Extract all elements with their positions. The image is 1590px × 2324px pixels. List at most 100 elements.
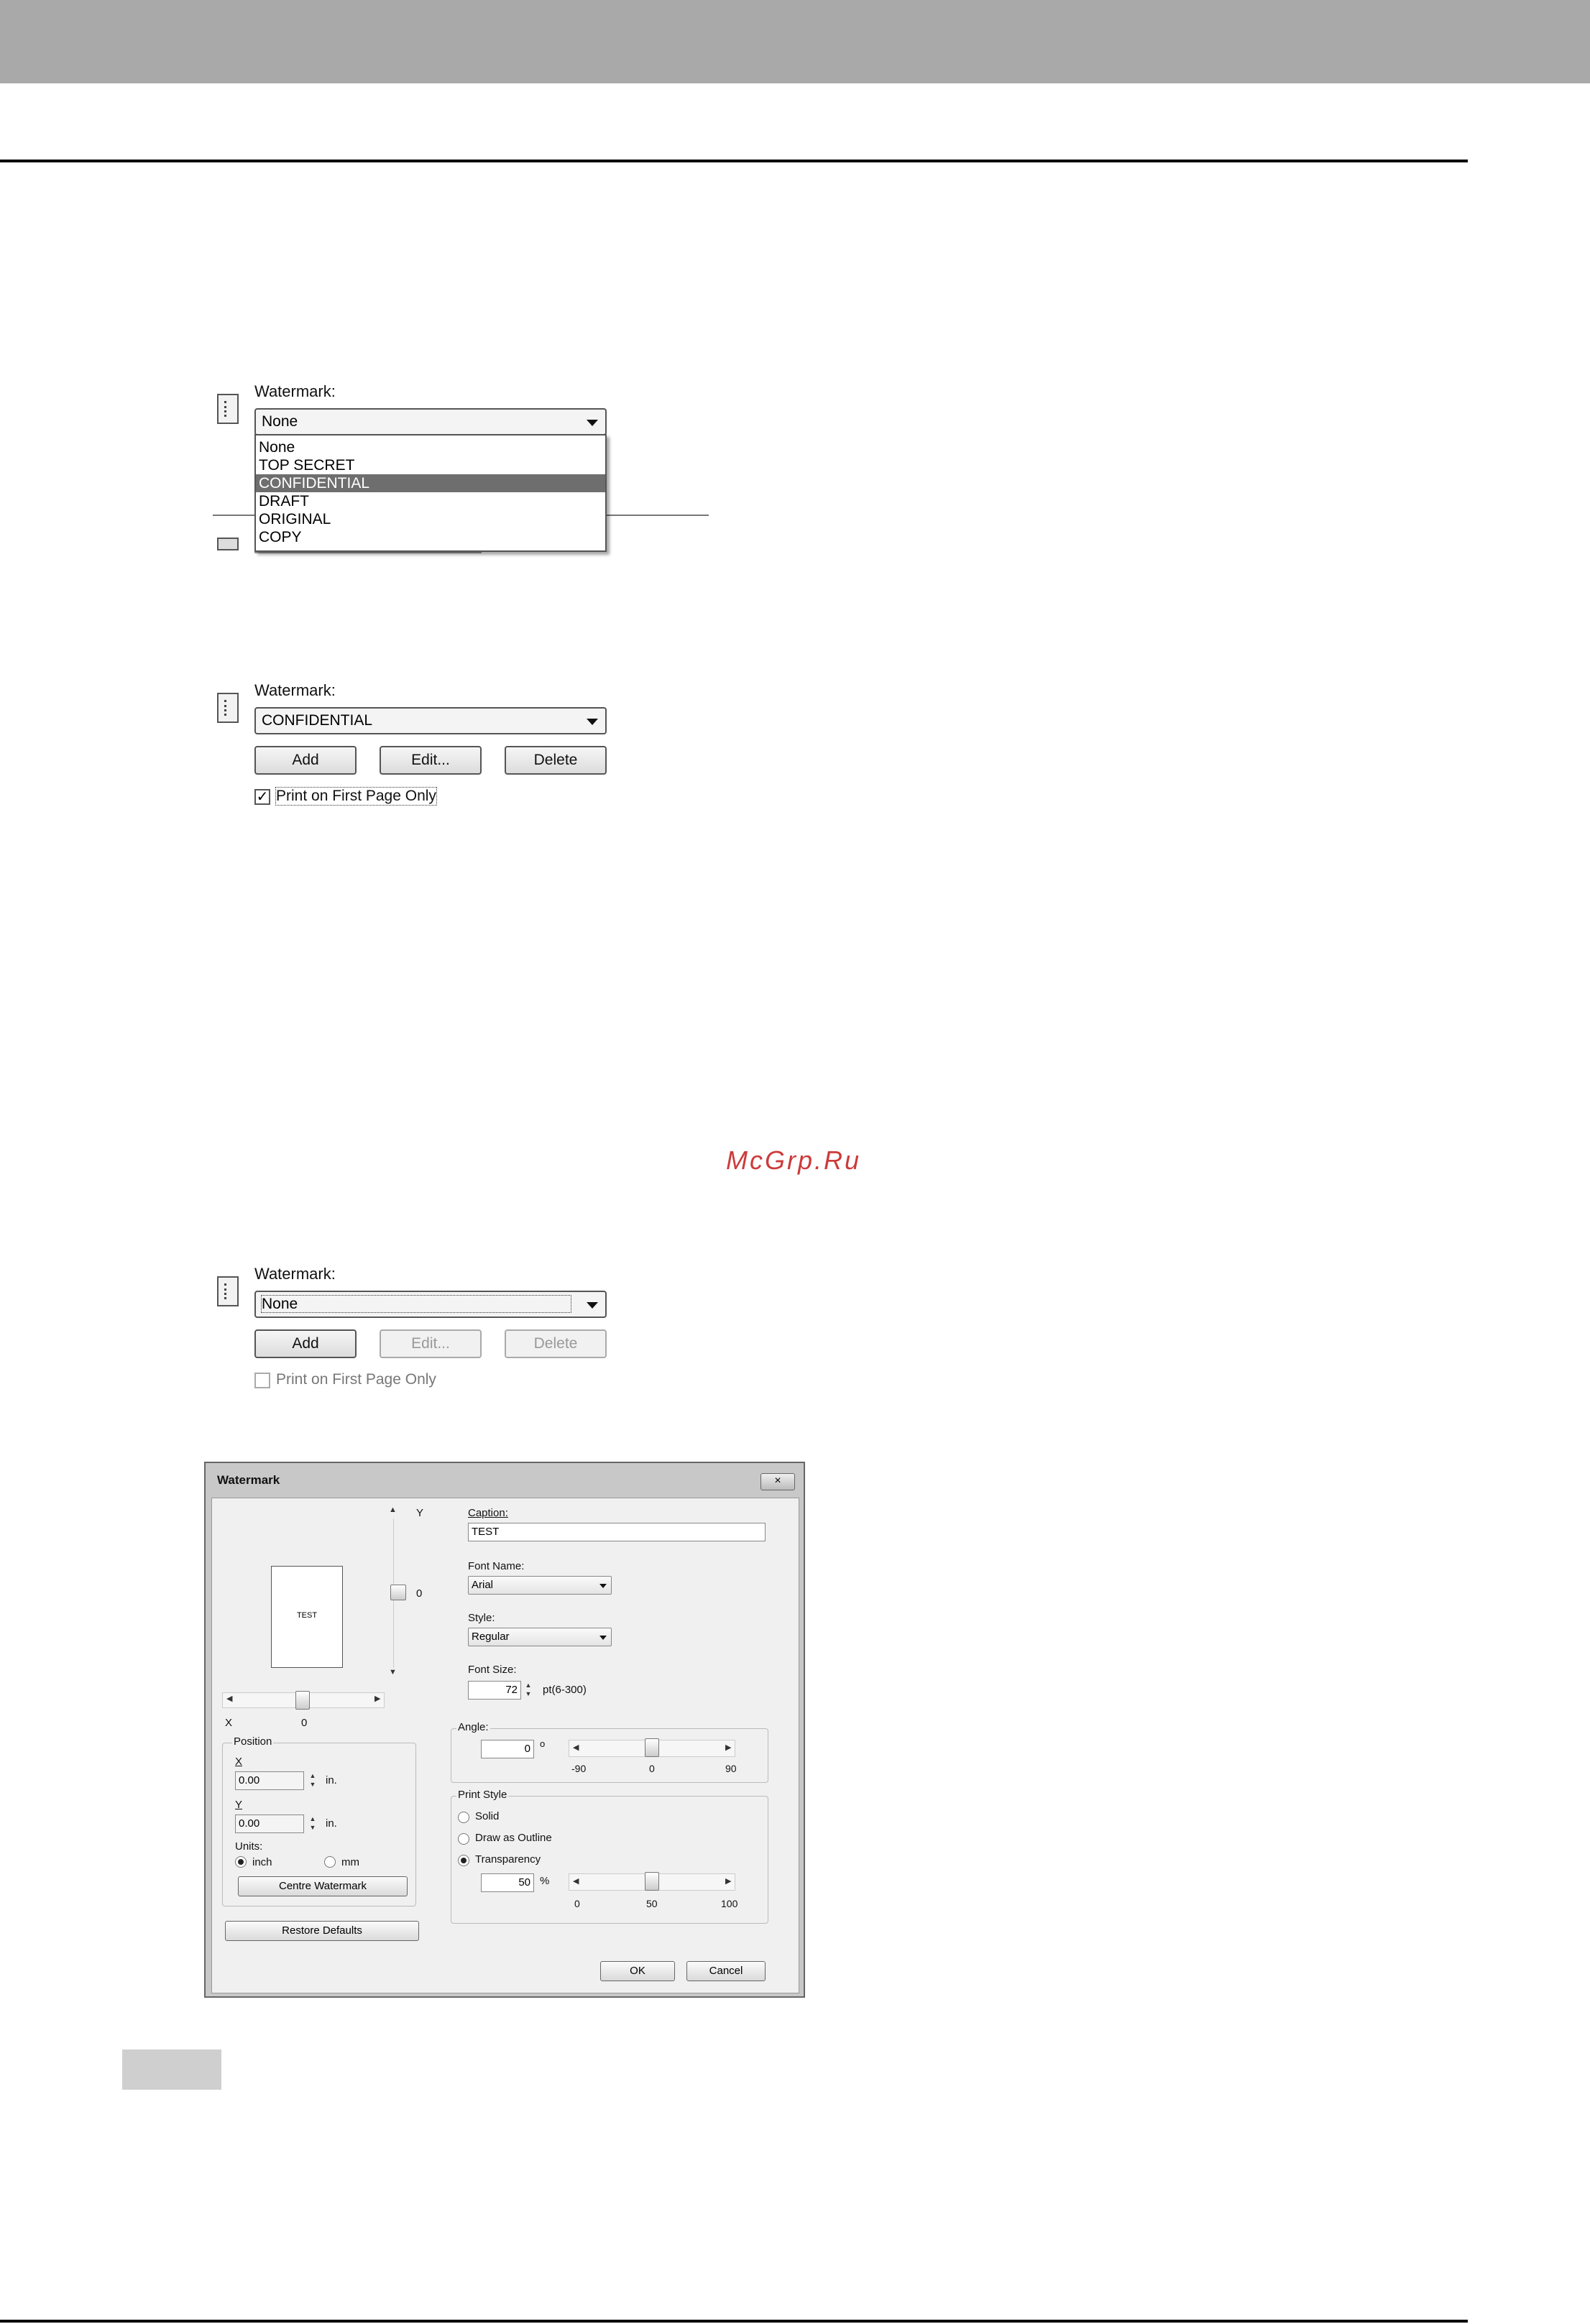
note-tab bbox=[122, 2049, 221, 2090]
chevron-down-icon bbox=[587, 719, 598, 725]
add-button[interactable]: Add bbox=[254, 746, 357, 775]
edit-button[interactable]: Edit... bbox=[380, 1329, 482, 1358]
watermark-dialog: Watermark × TEST ▲ ▼ Y 0 ◀ ▶ X 0 Positio… bbox=[204, 1462, 805, 1998]
transparency-tick-max: 100 bbox=[721, 1898, 738, 1909]
dropdown-option[interactable]: COPY bbox=[256, 528, 605, 546]
outline-label: Draw as Outline bbox=[475, 1832, 552, 1844]
dropdown-option[interactable]: None bbox=[256, 438, 605, 456]
position-label: Position bbox=[232, 1735, 274, 1748]
header-band bbox=[0, 0, 1590, 83]
site-watermark: McGrp.Ru bbox=[726, 1145, 862, 1175]
pos-y-unit: in. bbox=[326, 1817, 337, 1830]
dropdown-option[interactable]: TOP SECRET bbox=[256, 456, 605, 474]
first-page-checkbox[interactable]: ✓ bbox=[254, 789, 270, 805]
first-page-label: Print on First Page Only bbox=[275, 787, 437, 806]
ok-button[interactable]: OK bbox=[600, 1961, 675, 1981]
font-name-combo[interactable]: Arial bbox=[468, 1576, 612, 1595]
preview-text: TEST bbox=[296, 1611, 318, 1620]
chevron-down-icon bbox=[587, 1302, 598, 1309]
watermark-combo[interactable]: None bbox=[254, 1291, 607, 1318]
up-arrow-icon[interactable]: ▲ bbox=[389, 1505, 397, 1514]
y-value: 0 bbox=[416, 1587, 423, 1600]
units-label: Units: bbox=[235, 1840, 263, 1853]
watermark-sheet-icon bbox=[217, 693, 239, 723]
angle-tick-max: 90 bbox=[725, 1763, 737, 1774]
chevron-down-icon bbox=[599, 1584, 607, 1588]
style-label: Style: bbox=[468, 1612, 495, 1624]
transparency-label: Transparency bbox=[475, 1853, 541, 1866]
delete-button[interactable]: Delete bbox=[505, 1329, 607, 1358]
centre-watermark-button[interactable]: Centre Watermark bbox=[238, 1876, 408, 1896]
caption-label: Caption: bbox=[468, 1507, 508, 1519]
first-page-label: Print on First Page Only bbox=[276, 1371, 436, 1388]
outline-radio[interactable] bbox=[458, 1833, 469, 1845]
dropdown-option[interactable]: ORIGINAL bbox=[256, 510, 605, 528]
angle-slider-thumb[interactable] bbox=[645, 1738, 659, 1757]
dropdown-option[interactable]: DRAFT bbox=[256, 492, 605, 510]
left-arrow-icon[interactable]: ◀ bbox=[226, 1694, 232, 1703]
pos-y-label: Y bbox=[235, 1799, 243, 1811]
close-icon[interactable]: × bbox=[760, 1473, 795, 1490]
transparency-input[interactable]: 50 bbox=[481, 1873, 534, 1892]
chevron-down-icon bbox=[599, 1636, 607, 1640]
font-size-label: Font Size: bbox=[468, 1664, 517, 1676]
unit-mm-radio[interactable] bbox=[324, 1856, 336, 1868]
x-slider-thumb[interactable] bbox=[295, 1691, 310, 1710]
solid-radio[interactable] bbox=[458, 1812, 469, 1823]
degree-symbol: o bbox=[540, 1738, 546, 1749]
font-size-spinner[interactable]: ▲ ▼ bbox=[524, 1681, 533, 1700]
y-axis-label: Y bbox=[416, 1507, 424, 1519]
pos-x-input[interactable]: 0.00 bbox=[235, 1771, 304, 1790]
font-name-label: Font Name: bbox=[468, 1560, 525, 1572]
caption-input[interactable]: TEST bbox=[468, 1523, 766, 1541]
style-combo[interactable]: Regular bbox=[468, 1628, 612, 1646]
font-name-value: Arial bbox=[472, 1579, 494, 1591]
pos-y-input[interactable]: 0.00 bbox=[235, 1815, 304, 1833]
bottom-rule bbox=[0, 2320, 1468, 2323]
font-size-range: pt(6-300) bbox=[543, 1684, 587, 1696]
unit-inch-radio[interactable] bbox=[235, 1856, 247, 1868]
edit-button[interactable]: Edit... bbox=[380, 746, 482, 775]
watermark-label: Watermark: bbox=[254, 681, 336, 699]
angle-label: Angle: bbox=[456, 1721, 490, 1733]
watermark-label: Watermark: bbox=[254, 1265, 336, 1283]
pos-y-spinner[interactable]: ▲ ▼ bbox=[308, 1815, 317, 1833]
right-arrow-icon[interactable]: ▶ bbox=[374, 1694, 380, 1703]
paper-icon bbox=[217, 538, 239, 550]
watermark-dropdown-list[interactable]: None TOP SECRET CONFIDENTIAL DRAFT ORIGI… bbox=[254, 434, 607, 552]
right-arrow-icon[interactable]: ▶ bbox=[725, 1876, 731, 1886]
transparency-slider-thumb[interactable] bbox=[645, 1872, 659, 1891]
add-button[interactable]: Add bbox=[254, 1329, 357, 1358]
watermark-sheet-icon bbox=[217, 1276, 239, 1306]
watermark-combo-value: CONFIDENTIAL bbox=[262, 712, 373, 729]
solid-label: Solid bbox=[475, 1810, 500, 1822]
watermark-combo-value: None bbox=[262, 413, 298, 430]
watermark-combo[interactable]: CONFIDENTIAL bbox=[254, 707, 607, 734]
first-page-checkbox[interactable] bbox=[254, 1373, 270, 1388]
cancel-button[interactable]: Cancel bbox=[686, 1961, 766, 1981]
pos-x-label: X bbox=[235, 1756, 243, 1768]
dialog-body: TEST ▲ ▼ Y 0 ◀ ▶ X 0 Position X 0.00 ▲ ▼ … bbox=[211, 1498, 799, 1993]
style-value: Regular bbox=[472, 1631, 510, 1643]
delete-button[interactable]: Delete bbox=[505, 746, 607, 775]
angle-tick-mid: 0 bbox=[649, 1763, 655, 1774]
font-size-input[interactable]: 72 bbox=[468, 1681, 521, 1700]
down-arrow-icon[interactable]: ▼ bbox=[389, 1668, 397, 1677]
transparency-tick-min: 0 bbox=[574, 1898, 580, 1909]
y-slider-thumb[interactable] bbox=[390, 1585, 406, 1600]
transparency-radio[interactable] bbox=[458, 1855, 469, 1866]
pos-x-spinner[interactable]: ▲ ▼ bbox=[308, 1771, 317, 1790]
top-rule bbox=[0, 160, 1468, 162]
watermark-combo-value: None bbox=[260, 1295, 572, 1313]
right-arrow-icon[interactable]: ▶ bbox=[725, 1743, 731, 1752]
dialog-title: Watermark bbox=[217, 1473, 280, 1487]
watermark-combo[interactable]: None bbox=[254, 408, 607, 435]
x-axis-label: X bbox=[225, 1717, 233, 1729]
transparency-tick-mid: 50 bbox=[646, 1898, 658, 1909]
pos-x-unit: in. bbox=[326, 1774, 337, 1786]
left-arrow-icon[interactable]: ◀ bbox=[573, 1876, 579, 1886]
restore-defaults-button[interactable]: Restore Defaults bbox=[225, 1921, 419, 1941]
dropdown-option-selected[interactable]: CONFIDENTIAL bbox=[256, 474, 605, 492]
left-arrow-icon[interactable]: ◀ bbox=[573, 1743, 579, 1752]
angle-input[interactable]: 0 bbox=[481, 1740, 534, 1758]
